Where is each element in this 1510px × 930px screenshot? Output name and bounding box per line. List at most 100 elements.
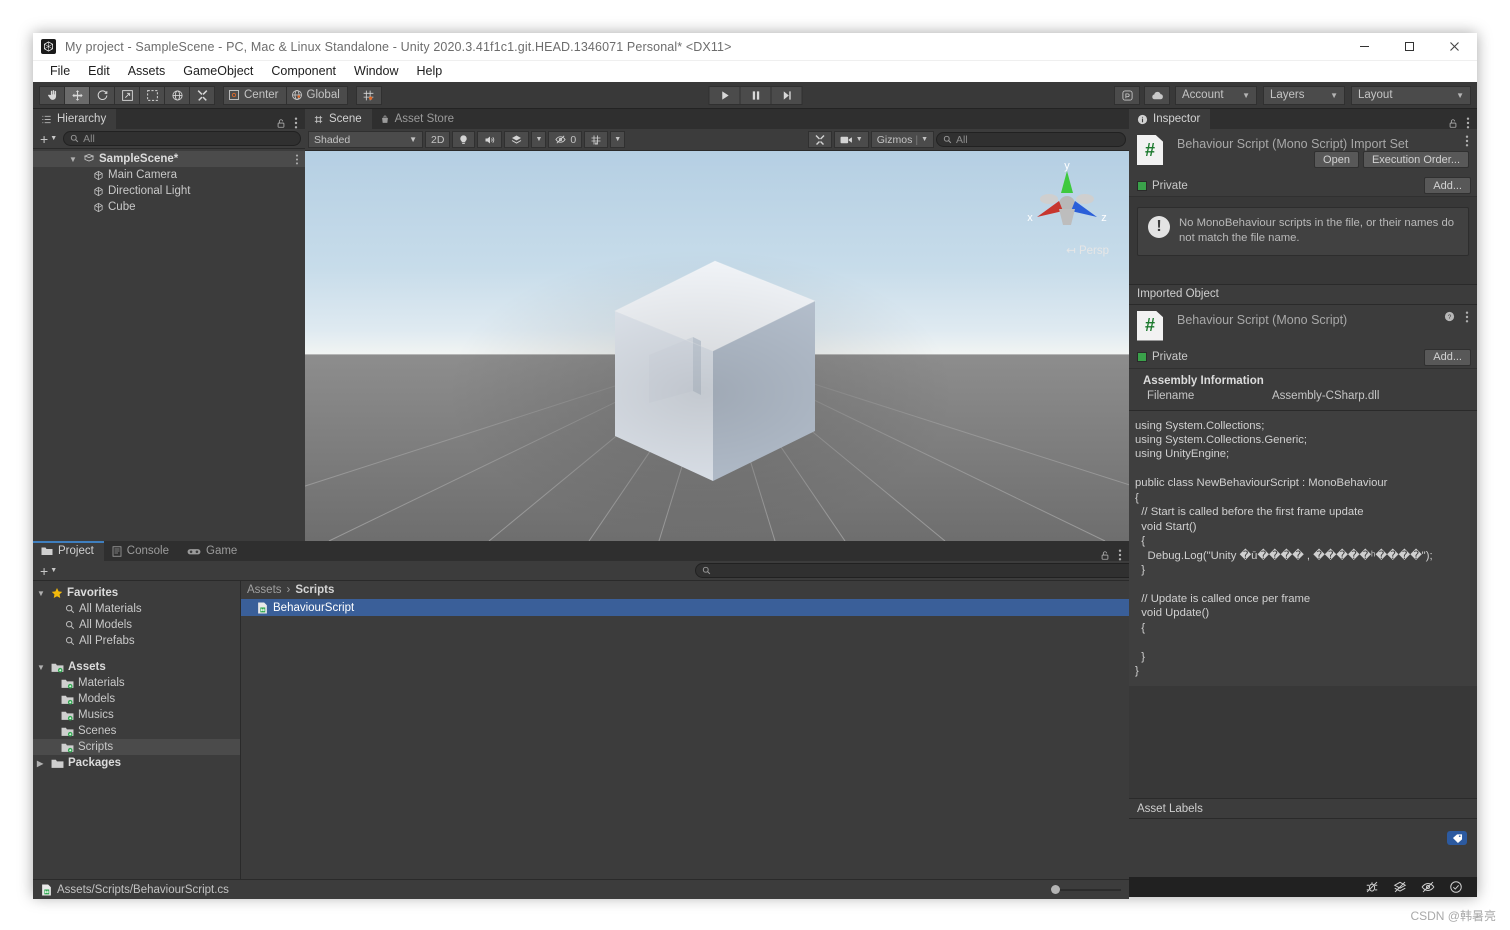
pause-button[interactable] xyxy=(739,85,772,105)
lock-icon[interactable] xyxy=(1448,118,1458,129)
private-checkbox[interactable] xyxy=(1137,180,1147,191)
tab-inspector[interactable]: Inspector xyxy=(1129,109,1211,129)
breadcrumb-assets[interactable]: Assets xyxy=(247,584,282,596)
kebab-icon[interactable] xyxy=(295,154,305,165)
scene-grid-dropdown[interactable]: ▼ xyxy=(610,131,626,148)
chevron-down-icon[interactable]: ▼ xyxy=(37,663,47,672)
maximize-button[interactable] xyxy=(1387,33,1432,61)
toggle-2d-button[interactable]: 2D xyxy=(425,131,451,148)
tab-asset-store[interactable]: Asset Store xyxy=(372,109,464,129)
asset-item-behaviourscript[interactable]: BehaviourScript xyxy=(241,599,1129,616)
scene-camera-button[interactable]: ▼ xyxy=(833,131,869,148)
component-add-button[interactable]: Add... xyxy=(1424,348,1471,366)
cube-object[interactable] xyxy=(305,151,1129,541)
scene-projection-label[interactable]: ↤ Persp xyxy=(1066,243,1109,257)
scene-grid-visibility-button[interactable] xyxy=(584,131,609,148)
menu-window[interactable]: Window xyxy=(345,61,407,82)
project-icon-size-slider[interactable] xyxy=(1051,884,1121,894)
move-tool-button[interactable] xyxy=(64,85,90,105)
project-tree-item-all-models[interactable]: All Models xyxy=(33,617,240,633)
scene-fx-button[interactable] xyxy=(504,131,530,148)
lock-icon[interactable] xyxy=(1100,550,1110,561)
kebab-icon[interactable] xyxy=(294,117,298,129)
pivot-mode-button[interactable]: Center xyxy=(223,85,287,105)
project-tree-item-models[interactable]: Models xyxy=(33,691,240,707)
tag-icon[interactable] xyxy=(1447,831,1467,845)
play-button[interactable] xyxy=(708,85,741,105)
hierarchy-item-directional-light[interactable]: Directional Light xyxy=(33,183,305,199)
menu-gameobject[interactable]: GameObject xyxy=(174,61,262,82)
shading-mode-dropdown[interactable]: Shaded ▼ xyxy=(308,131,423,148)
cloud-button[interactable] xyxy=(1144,85,1170,105)
component-private-checkbox[interactable] xyxy=(1137,352,1147,362)
tab-hierarchy[interactable]: Hierarchy xyxy=(33,109,117,129)
transform-tool-button[interactable] xyxy=(164,85,190,105)
chevron-down-icon[interactable]: ▼ xyxy=(69,155,79,164)
account-dropdown[interactable]: Account ▼ xyxy=(1175,85,1257,105)
execution-order-button[interactable]: Execution Order... xyxy=(1362,151,1469,168)
layers-off-icon[interactable] xyxy=(1393,880,1407,894)
hierarchy-item-cube[interactable]: Cube xyxy=(33,199,305,215)
custom-tool-button[interactable] xyxy=(189,85,215,105)
hierarchy-add-button[interactable]: + ▼ xyxy=(37,131,60,147)
close-button[interactable] xyxy=(1432,33,1477,61)
rotate-tool-button[interactable] xyxy=(89,85,115,105)
scene-fx-dropdown[interactable]: ▼ xyxy=(531,131,547,148)
menu-assets[interactable]: Assets xyxy=(119,61,175,82)
project-tree-item-scripts[interactable]: Scripts xyxy=(33,739,240,755)
chevron-right-icon[interactable]: ▶ xyxy=(37,759,47,768)
step-button[interactable] xyxy=(770,85,803,105)
project-tree-item-assets[interactable]: ▼ Assets xyxy=(33,659,240,675)
kebab-icon[interactable] xyxy=(1465,135,1469,147)
project-tree-item-materials[interactable]: Materials xyxy=(33,675,240,691)
scene-orientation-gizmo[interactable]: y x z xyxy=(1019,159,1115,241)
menu-edit[interactable]: Edit xyxy=(79,61,119,82)
scene-viewport[interactable]: y x z ↤ Persp xyxy=(305,151,1129,541)
check-circle-icon[interactable] xyxy=(1449,880,1463,894)
hierarchy-search-input[interactable]: All xyxy=(63,131,301,146)
rect-tool-button[interactable] xyxy=(139,85,165,105)
tab-console[interactable]: Console xyxy=(104,541,179,561)
hierarchy-item-main-camera[interactable]: Main Camera xyxy=(33,167,305,183)
minimize-button[interactable] xyxy=(1342,33,1387,61)
hierarchy-item-samplescene[interactable]: ▼ SampleScene* xyxy=(33,151,305,167)
kebab-icon[interactable] xyxy=(1118,549,1122,561)
open-button[interactable]: Open xyxy=(1314,151,1359,168)
add-button[interactable]: Add... xyxy=(1424,177,1471,194)
menu-help[interactable]: Help xyxy=(407,61,451,82)
project-tree-item-packages[interactable]: ▶ Packages xyxy=(33,755,240,771)
slider-knob[interactable] xyxy=(1051,884,1060,894)
handle-rotation-button[interactable]: Global xyxy=(285,85,348,105)
kebab-icon[interactable] xyxy=(1465,311,1469,323)
scene-audio-button[interactable] xyxy=(477,131,503,148)
project-tree-item-favorites[interactable]: ▼ Favorites xyxy=(33,585,240,601)
hand-tool-button[interactable] xyxy=(39,85,65,105)
scene-lighting-button[interactable] xyxy=(452,131,476,148)
tab-game[interactable]: Game xyxy=(179,541,247,561)
scale-tool-button[interactable] xyxy=(114,85,140,105)
menu-component[interactable]: Component xyxy=(262,61,345,82)
bug-off-icon[interactable] xyxy=(1365,880,1379,894)
menu-file[interactable]: File xyxy=(41,61,79,82)
grid-snap-button[interactable] xyxy=(355,85,382,105)
project-tree-item-all-materials[interactable]: All Materials xyxy=(33,601,240,617)
breadcrumb-scripts[interactable]: Scripts xyxy=(295,584,334,596)
chevron-down-icon[interactable]: ▼ xyxy=(37,589,47,598)
tab-scene[interactable]: Scene xyxy=(305,109,372,129)
project-add-button[interactable]: + ▼ xyxy=(37,563,60,579)
help-icon[interactable]: ? xyxy=(1444,311,1455,322)
layers-dropdown[interactable]: Layers ▼ xyxy=(1263,85,1345,105)
project-tree-item-musics[interactable]: Musics xyxy=(33,707,240,723)
layout-dropdown[interactable]: Layout ▼ xyxy=(1351,85,1471,105)
project-tree-item-scenes[interactable]: Scenes xyxy=(33,723,240,739)
kebab-icon[interactable] xyxy=(1466,117,1470,129)
scene-gizmos-button[interactable]: Gizmos | ▼ xyxy=(870,131,934,148)
project-tree-item-all-prefabs[interactable]: All Prefabs xyxy=(33,633,240,649)
asset-labels-body[interactable] xyxy=(1129,819,1477,877)
tab-project[interactable]: Project xyxy=(33,541,104,561)
scene-search-input[interactable]: All xyxy=(936,132,1126,147)
scene-tools-button[interactable] xyxy=(807,131,832,148)
preview-off-icon[interactable] xyxy=(1421,880,1435,894)
collab-button[interactable] xyxy=(1114,85,1140,105)
lock-icon[interactable] xyxy=(276,118,286,129)
